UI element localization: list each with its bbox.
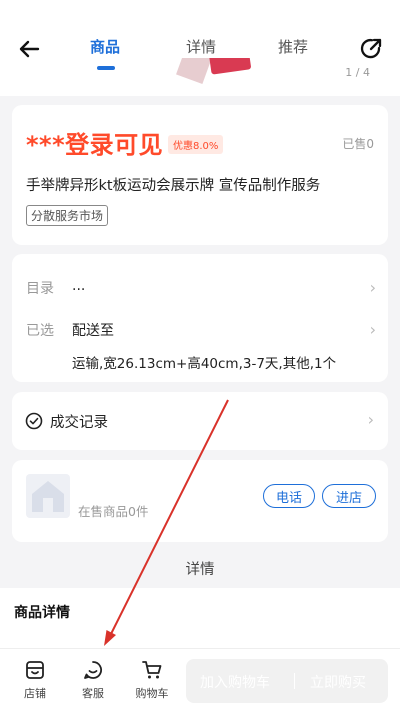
store-label: 店铺 (24, 687, 46, 700)
chevron-right-icon: › (369, 278, 376, 297)
add-to-cart-button[interactable]: 加入购物车 (200, 672, 270, 692)
catalog-row[interactable]: 目录 ... › (26, 278, 376, 300)
bottom-bar: 店铺 客服 购物车 加入购物车 立即购买 (0, 648, 400, 711)
chevron-right-icon: › (369, 320, 376, 339)
enter-shop-button[interactable]: 进店 (322, 484, 376, 508)
tab-details[interactable]: 详情 (186, 36, 216, 57)
arrow-left-icon (19, 40, 40, 58)
cart-icon (142, 661, 162, 679)
service-tag[interactable]: 分散服务市场 (26, 205, 109, 226)
selected-label: 已选 (26, 323, 54, 339)
tab-product[interactable]: 商品 (90, 36, 120, 57)
details-section-heading: 详情 (185, 562, 215, 578)
product-detail-title: 商品详情 (14, 605, 70, 621)
catalog-label: 目录 (26, 281, 54, 297)
price-card: ***登录可见 优惠8.0% 已售0 手举牌异形kt板运动会展示牌 宣传品制作服… (12, 105, 388, 245)
chat-icon (84, 661, 102, 679)
cart-label: 购物车 (135, 687, 169, 700)
share-icon (360, 38, 382, 59)
tab-active-indicator (97, 66, 115, 70)
product-title: 手举牌异形kt板运动会展示牌 宣传品制作服务 (26, 178, 321, 194)
discount-badge: 优惠8.0% (168, 135, 224, 154)
transaction-record-row[interactable]: 成交记录 › (12, 392, 388, 450)
shop-product-count: 在售商品0件 (78, 504, 149, 519)
purchase-actions: 加入购物车 立即购买 (186, 659, 388, 703)
options-card: 目录 ... › 已选 配送至 › 运输,宽26.13cm+高40cm,3-7天… (12, 254, 388, 382)
share-button[interactable] (356, 34, 386, 64)
shop-card: 在售商品0件 电话 进店 (12, 460, 388, 542)
selected-spec: 运输,宽26.13cm+高40cm,3-7天,其他,1个 (72, 356, 337, 372)
product-image-peek[interactable] (170, 58, 260, 88)
product-detail-section: 商品详情 (0, 588, 400, 648)
back-button[interactable] (14, 34, 44, 64)
buy-now-button[interactable]: 立即购买 (310, 672, 366, 692)
sold-count: 已售0 (342, 137, 374, 151)
catalog-value: ... (72, 278, 86, 294)
check-circle-icon (25, 412, 43, 430)
store-icon (26, 661, 44, 679)
price-text[interactable]: ***登录可见 (26, 125, 163, 160)
header: 商品 详情 推荐 1 / 4 (0, 0, 400, 96)
transaction-record-label: 成交记录 (50, 415, 108, 431)
cart-button[interactable]: 购物车 (131, 659, 173, 701)
call-button[interactable]: 电话 (263, 484, 315, 508)
tab-recommend[interactable]: 推荐 (278, 36, 308, 57)
customer-service-label: 客服 (82, 687, 104, 700)
shop-house-icon (32, 481, 64, 512)
selected-value: 配送至 (72, 323, 114, 339)
store-button[interactable]: 店铺 (15, 659, 55, 701)
image-page-indicator: 1 / 4 (345, 66, 370, 79)
selected-row[interactable]: 已选 配送至 › (26, 320, 376, 342)
chevron-right-icon: › (367, 410, 374, 429)
customer-service-button[interactable]: 客服 (73, 659, 113, 701)
shop-avatar[interactable] (26, 474, 70, 518)
